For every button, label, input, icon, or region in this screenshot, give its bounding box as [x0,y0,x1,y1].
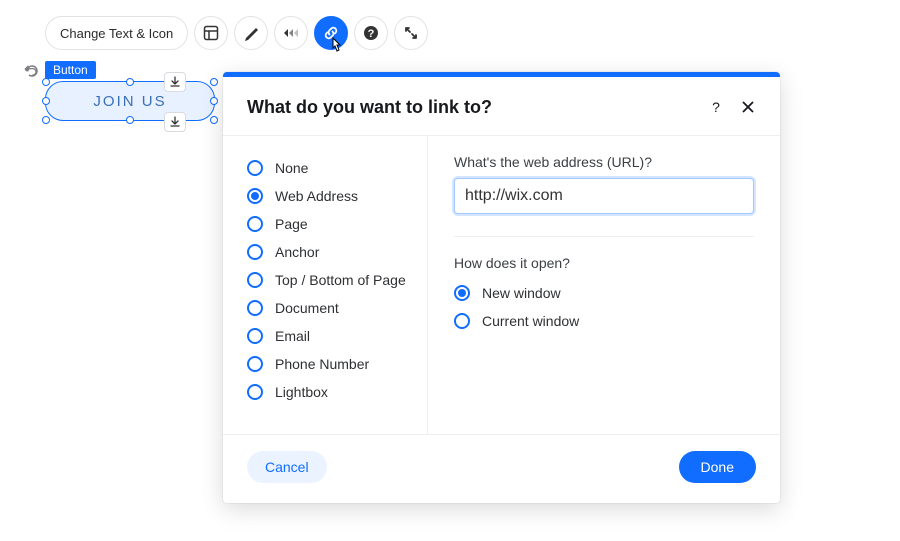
svg-text:?: ? [368,28,375,40]
radio-icon [247,216,263,232]
button-text: JOIN US [93,93,166,110]
radio-label: Phone Number [275,356,369,372]
radio-label: Web Address [275,188,358,204]
resize-handle[interactable] [210,78,218,86]
link-type-email[interactable]: Email [247,322,427,350]
radio-icon [247,272,263,288]
done-button[interactable]: Done [679,451,756,483]
url-field-label: What's the web address (URL)? [454,154,754,170]
open-new-window[interactable]: New window [454,279,754,307]
radio-icon [454,285,470,301]
stretch-icon[interactable] [394,16,428,50]
radio-icon [247,384,263,400]
download-icon[interactable] [164,72,186,92]
open-field-label: How does it open? [454,255,754,271]
link-type-phone[interactable]: Phone Number [247,350,427,378]
radio-label: Lightbox [275,384,328,400]
radio-icon [247,244,263,260]
radio-label: None [275,160,308,176]
url-input[interactable] [454,178,754,214]
radio-icon [247,356,263,372]
design-icon[interactable] [234,16,268,50]
resize-handle[interactable] [42,78,50,86]
radio-icon [247,328,263,344]
link-type-web-address[interactable]: Web Address [247,182,427,210]
radio-icon [247,300,263,316]
radio-label: Document [275,300,339,316]
resize-handle[interactable] [126,116,134,124]
radio-icon [247,160,263,176]
link-type-document[interactable]: Document [247,294,427,322]
radio-label: New window [482,285,561,301]
link-type-page[interactable]: Page [247,210,427,238]
dialog-help-icon[interactable]: ? [704,95,728,119]
selected-element-tag: Button [45,61,96,79]
undo-icon[interactable] [23,62,41,80]
link-type-lightbox[interactable]: Lightbox [247,378,427,406]
radio-label: Top / Bottom of Page [275,272,406,288]
resize-handle[interactable] [126,78,134,86]
radio-label: Anchor [275,244,319,260]
dialog-title: What do you want to link to? [247,97,696,118]
resize-handle[interactable] [210,97,218,105]
link-dialog: What do you want to link to? ? None Web … [223,72,780,503]
radio-icon [454,313,470,329]
close-icon[interactable] [736,95,760,119]
cancel-button[interactable]: Cancel [247,451,327,483]
selected-element[interactable]: Button JOIN US [45,61,215,121]
help-icon[interactable]: ? [354,16,388,50]
link-type-list: None Web Address Page Anchor Top / Botto… [223,136,428,434]
link-type-top-bottom[interactable]: Top / Bottom of Page [247,266,427,294]
change-text-label: Change Text & Icon [60,26,173,41]
download-icon[interactable] [164,112,186,132]
radio-icon [247,188,263,204]
link-type-none[interactable]: None [247,154,427,182]
change-text-and-icon-button[interactable]: Change Text & Icon [45,16,188,50]
link-type-anchor[interactable]: Anchor [247,238,427,266]
resize-handle[interactable] [42,116,50,124]
radio-label: Current window [482,313,579,329]
resize-handle[interactable] [210,116,218,124]
open-current-window[interactable]: Current window [454,307,754,335]
link-icon[interactable] [314,16,348,50]
radio-label: Email [275,328,310,344]
animation-icon[interactable] [274,16,308,50]
resize-handle[interactable] [42,97,50,105]
layout-icon[interactable] [194,16,228,50]
svg-text:?: ? [712,100,720,114]
radio-label: Page [275,216,308,232]
divider [454,236,754,237]
join-us-button[interactable]: JOIN US [45,81,215,121]
